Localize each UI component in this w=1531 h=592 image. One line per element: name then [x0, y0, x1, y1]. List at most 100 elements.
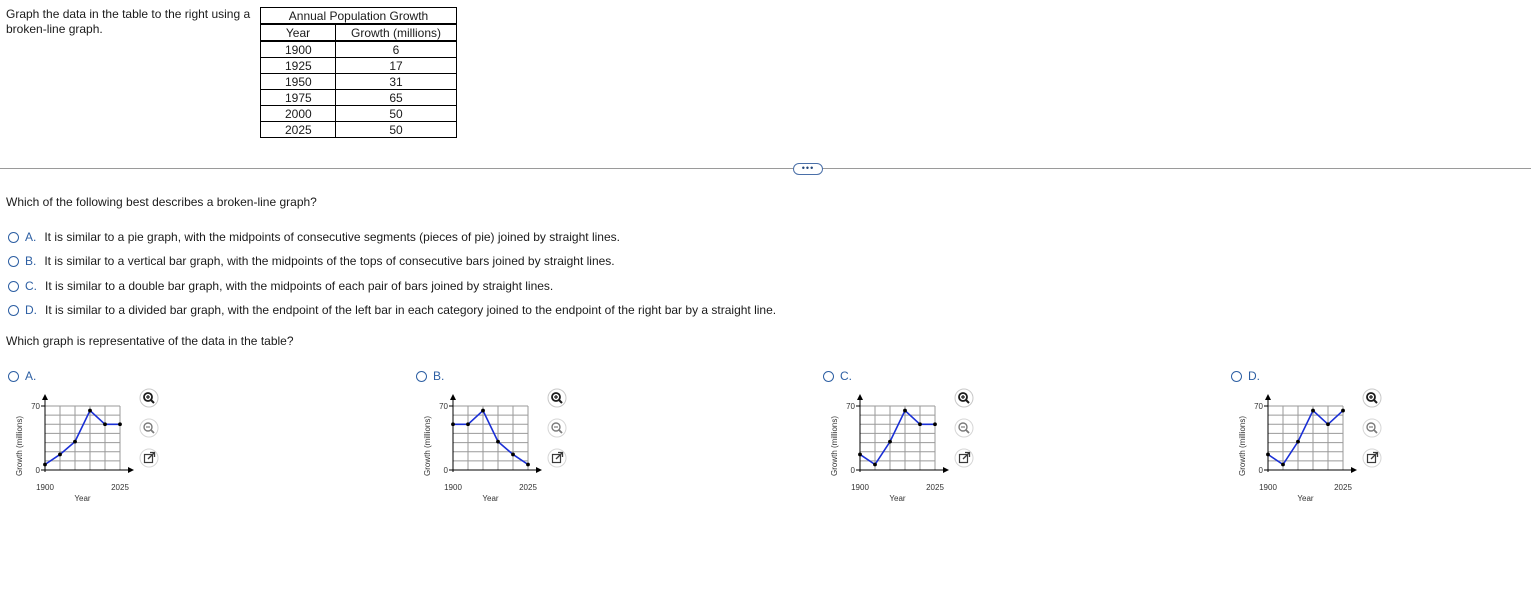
graph-a: 70 0 1900 2025 Year Growth (millions)	[8, 388, 136, 504]
option-text: It is similar to a pie graph, with the m…	[44, 230, 620, 244]
y-tick-label: 70	[439, 402, 448, 411]
data-point	[118, 422, 122, 427]
table-row: 1900 6	[260, 40, 457, 58]
data-point	[481, 408, 485, 413]
y-axis-label: Growth (millions)	[1238, 416, 1247, 476]
graph-option-b[interactable]: B.	[416, 369, 452, 383]
x-axis-arrow	[943, 467, 949, 473]
y-tick-label: 0	[851, 466, 856, 475]
data-point	[933, 422, 937, 427]
open-external-icon[interactable]	[547, 448, 567, 468]
data-point	[1341, 408, 1345, 413]
data-point	[888, 439, 892, 444]
table-row: 1950 31	[260, 73, 457, 90]
section-divider	[0, 168, 1531, 169]
open-external-icon[interactable]	[139, 448, 159, 468]
graph-option-a[interactable]: A.	[8, 369, 44, 383]
answer-option-a[interactable]: A. It is similar to a pie graph, with th…	[8, 230, 620, 244]
table-cell-year: 1925	[260, 57, 336, 74]
radio-button[interactable]	[8, 255, 19, 267]
option-letter: C.	[25, 279, 37, 293]
y-axis-label: Growth (millions)	[830, 416, 839, 476]
broken-line-chart: 70 0 1900 2025 Year Growth (millions)	[1238, 394, 1357, 503]
chart-grid	[44, 405, 121, 471]
table-row: 2000 50	[260, 105, 457, 122]
data-point	[1266, 452, 1270, 457]
zoom-in-icon[interactable]	[547, 388, 567, 408]
radio-button[interactable]	[8, 231, 19, 243]
table-cell-year: 1975	[260, 89, 336, 106]
x-tick-label: 1900	[36, 483, 54, 492]
option-letter: A.	[25, 230, 37, 244]
answer-option-d[interactable]: D. It is similar to a divided bar graph,…	[8, 303, 776, 317]
x-tick-label: 2025	[519, 483, 537, 492]
radio-button[interactable]	[823, 370, 834, 382]
option-letter: A.	[25, 369, 37, 383]
x-axis-arrow	[536, 467, 542, 473]
table-cell-growth: 17	[335, 57, 457, 74]
graph-tools	[1362, 388, 1382, 468]
x-axis-label: Year	[74, 494, 91, 503]
y-tick-label: 0	[1259, 466, 1264, 475]
question-1-text: Which of the following best describes a …	[6, 195, 317, 209]
chart-grid	[859, 405, 936, 471]
chart-grid	[1267, 405, 1344, 471]
option-letter: B.	[25, 254, 37, 268]
graph-d-tools	[1362, 388, 1382, 479]
option-text: It is similar to a vertical bar graph, w…	[44, 254, 615, 268]
zoom-out-icon[interactable]	[954, 418, 974, 438]
data-point	[873, 462, 877, 467]
data-point	[1281, 462, 1285, 467]
radio-button[interactable]	[8, 370, 19, 382]
graph-option-d[interactable]: D.	[1231, 369, 1268, 383]
y-tick-label: 70	[1254, 402, 1263, 411]
answer-option-b[interactable]: B. It is similar to a vertical bar graph…	[8, 254, 615, 268]
table-cell-growth: 65	[335, 89, 457, 106]
series-line	[859, 409, 935, 466]
option-letter: D.	[1248, 369, 1260, 383]
broken-line-chart: 70 0 1900 2025 Year Growth (millions)	[15, 394, 134, 503]
table-cell-year: 2025	[260, 121, 336, 138]
data-point	[526, 462, 530, 467]
x-tick-label: 1900	[444, 483, 462, 492]
zoom-out-icon[interactable]	[1362, 418, 1382, 438]
table-cell-year: 1900	[260, 40, 336, 58]
zoom-out-icon[interactable]	[547, 418, 567, 438]
answer-option-c[interactable]: C. It is similar to a double bar graph, …	[8, 279, 553, 293]
table-cell-year: 2000	[260, 105, 336, 122]
table-caption: Annual Population Growth	[260, 7, 457, 25]
x-axis-arrow	[128, 467, 134, 473]
question-2-text: Which graph is representative of the dat…	[6, 334, 294, 348]
open-external-icon[interactable]	[1362, 448, 1382, 468]
radio-button[interactable]	[416, 370, 427, 382]
y-axis-label: Growth (millions)	[15, 416, 24, 476]
x-tick-label: 1900	[1259, 483, 1277, 492]
zoom-in-icon[interactable]	[1362, 388, 1382, 408]
graph-c-tools	[954, 388, 974, 479]
x-axis-label: Year	[1297, 494, 1314, 503]
zoom-in-icon[interactable]	[139, 388, 159, 408]
radio-button[interactable]	[1231, 370, 1242, 382]
table-cell-growth: 50	[335, 105, 457, 122]
more-options-button[interactable]: •••	[793, 163, 823, 175]
graph-option-c[interactable]: C.	[823, 369, 860, 383]
option-letter: B.	[433, 369, 445, 383]
radio-button[interactable]	[8, 304, 19, 316]
table-cell-year: 1950	[260, 73, 336, 90]
option-text: It is similar to a double bar graph, wit…	[45, 279, 554, 293]
data-point	[73, 439, 77, 444]
data-point	[58, 452, 62, 457]
series-line	[1267, 409, 1344, 466]
y-axis-label: Growth (millions)	[423, 416, 432, 476]
data-point	[451, 422, 455, 427]
zoom-in-icon[interactable]	[954, 388, 974, 408]
data-point	[1326, 422, 1330, 427]
series-line	[44, 409, 120, 466]
option-letter: D.	[25, 303, 37, 317]
graph-b-tools	[547, 388, 567, 479]
zoom-out-icon[interactable]	[139, 418, 159, 438]
radio-button[interactable]	[8, 280, 19, 292]
open-external-icon[interactable]	[954, 448, 974, 468]
option-letter: C.	[840, 369, 852, 383]
graph-c: 70 0 1900 2025 Year Growth (millions)	[823, 388, 951, 504]
